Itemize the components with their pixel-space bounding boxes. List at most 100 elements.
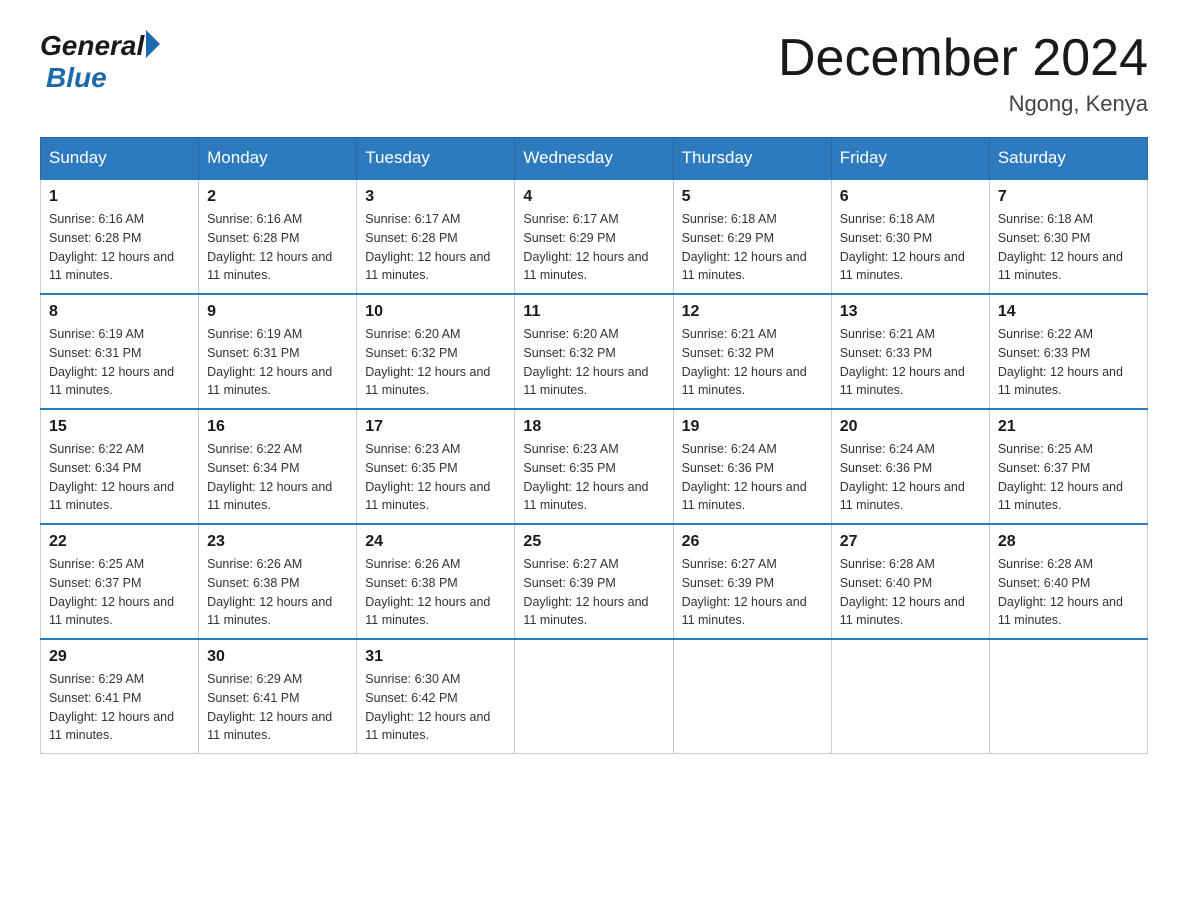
day-number: 23 xyxy=(207,533,348,551)
calendar-cell: 1 Sunrise: 6:16 AMSunset: 6:28 PMDayligh… xyxy=(41,179,199,294)
day-number: 18 xyxy=(523,418,664,436)
day-info: Sunrise: 6:28 AMSunset: 6:40 PMDaylight:… xyxy=(998,557,1123,627)
day-number: 4 xyxy=(523,188,664,206)
calendar-cell: 12 Sunrise: 6:21 AMSunset: 6:32 PMDaylig… xyxy=(673,294,831,409)
day-info: Sunrise: 6:20 AMSunset: 6:32 PMDaylight:… xyxy=(523,327,648,397)
day-number: 11 xyxy=(523,303,664,321)
day-number: 24 xyxy=(365,533,506,551)
calendar-cell: 29 Sunrise: 6:29 AMSunset: 6:41 PMDaylig… xyxy=(41,639,199,754)
calendar-cell: 10 Sunrise: 6:20 AMSunset: 6:32 PMDaylig… xyxy=(357,294,515,409)
day-number: 19 xyxy=(682,418,823,436)
calendar-header-monday: Monday xyxy=(199,138,357,180)
day-number: 26 xyxy=(682,533,823,551)
day-info: Sunrise: 6:16 AMSunset: 6:28 PMDaylight:… xyxy=(49,212,174,282)
calendar-header-saturday: Saturday xyxy=(989,138,1147,180)
calendar-week-row: 1 Sunrise: 6:16 AMSunset: 6:28 PMDayligh… xyxy=(41,179,1148,294)
calendar-header-sunday: Sunday xyxy=(41,138,199,180)
calendar-cell: 16 Sunrise: 6:22 AMSunset: 6:34 PMDaylig… xyxy=(199,409,357,524)
calendar-cell: 23 Sunrise: 6:26 AMSunset: 6:38 PMDaylig… xyxy=(199,524,357,639)
page-header: General Blue December 2024 Ngong, Kenya xyxy=(40,30,1148,117)
logo-general-text: General xyxy=(40,30,144,62)
day-number: 9 xyxy=(207,303,348,321)
calendar-cell: 21 Sunrise: 6:25 AMSunset: 6:37 PMDaylig… xyxy=(989,409,1147,524)
day-number: 29 xyxy=(49,648,190,666)
calendar-cell: 22 Sunrise: 6:25 AMSunset: 6:37 PMDaylig… xyxy=(41,524,199,639)
calendar-header-row: SundayMondayTuesdayWednesdayThursdayFrid… xyxy=(41,138,1148,180)
day-info: Sunrise: 6:28 AMSunset: 6:40 PMDaylight:… xyxy=(840,557,965,627)
calendar-header-friday: Friday xyxy=(831,138,989,180)
calendar-table: SundayMondayTuesdayWednesdayThursdayFrid… xyxy=(40,137,1148,754)
day-info: Sunrise: 6:19 AMSunset: 6:31 PMDaylight:… xyxy=(49,327,174,397)
calendar-cell xyxy=(515,639,673,754)
day-number: 10 xyxy=(365,303,506,321)
calendar-cell: 3 Sunrise: 6:17 AMSunset: 6:28 PMDayligh… xyxy=(357,179,515,294)
day-info: Sunrise: 6:27 AMSunset: 6:39 PMDaylight:… xyxy=(523,557,648,627)
calendar-cell: 30 Sunrise: 6:29 AMSunset: 6:41 PMDaylig… xyxy=(199,639,357,754)
calendar-week-row: 8 Sunrise: 6:19 AMSunset: 6:31 PMDayligh… xyxy=(41,294,1148,409)
day-info: Sunrise: 6:23 AMSunset: 6:35 PMDaylight:… xyxy=(365,442,490,512)
day-number: 15 xyxy=(49,418,190,436)
calendar-cell: 28 Sunrise: 6:28 AMSunset: 6:40 PMDaylig… xyxy=(989,524,1147,639)
day-number: 28 xyxy=(998,533,1139,551)
day-number: 5 xyxy=(682,188,823,206)
day-info: Sunrise: 6:22 AMSunset: 6:34 PMDaylight:… xyxy=(207,442,332,512)
calendar-cell: 13 Sunrise: 6:21 AMSunset: 6:33 PMDaylig… xyxy=(831,294,989,409)
day-info: Sunrise: 6:24 AMSunset: 6:36 PMDaylight:… xyxy=(682,442,807,512)
day-number: 16 xyxy=(207,418,348,436)
day-number: 30 xyxy=(207,648,348,666)
calendar-cell: 18 Sunrise: 6:23 AMSunset: 6:35 PMDaylig… xyxy=(515,409,673,524)
day-info: Sunrise: 6:25 AMSunset: 6:37 PMDaylight:… xyxy=(998,442,1123,512)
calendar-cell: 25 Sunrise: 6:27 AMSunset: 6:39 PMDaylig… xyxy=(515,524,673,639)
day-number: 17 xyxy=(365,418,506,436)
day-number: 12 xyxy=(682,303,823,321)
day-info: Sunrise: 6:21 AMSunset: 6:32 PMDaylight:… xyxy=(682,327,807,397)
logo: General Blue xyxy=(40,30,160,94)
calendar-cell: 5 Sunrise: 6:18 AMSunset: 6:29 PMDayligh… xyxy=(673,179,831,294)
calendar-cell: 8 Sunrise: 6:19 AMSunset: 6:31 PMDayligh… xyxy=(41,294,199,409)
day-number: 20 xyxy=(840,418,981,436)
day-info: Sunrise: 6:26 AMSunset: 6:38 PMDaylight:… xyxy=(207,557,332,627)
location-text: Ngong, Kenya xyxy=(778,91,1148,117)
day-number: 13 xyxy=(840,303,981,321)
calendar-header-thursday: Thursday xyxy=(673,138,831,180)
calendar-cell xyxy=(673,639,831,754)
calendar-cell: 14 Sunrise: 6:22 AMSunset: 6:33 PMDaylig… xyxy=(989,294,1147,409)
calendar-week-row: 15 Sunrise: 6:22 AMSunset: 6:34 PMDaylig… xyxy=(41,409,1148,524)
calendar-cell: 2 Sunrise: 6:16 AMSunset: 6:28 PMDayligh… xyxy=(199,179,357,294)
day-number: 22 xyxy=(49,533,190,551)
calendar-cell: 17 Sunrise: 6:23 AMSunset: 6:35 PMDaylig… xyxy=(357,409,515,524)
day-number: 31 xyxy=(365,648,506,666)
calendar-header-tuesday: Tuesday xyxy=(357,138,515,180)
calendar-cell: 4 Sunrise: 6:17 AMSunset: 6:29 PMDayligh… xyxy=(515,179,673,294)
calendar-cell: 7 Sunrise: 6:18 AMSunset: 6:30 PMDayligh… xyxy=(989,179,1147,294)
logo-blue-text: Blue xyxy=(46,62,107,94)
day-number: 1 xyxy=(49,188,190,206)
title-section: December 2024 Ngong, Kenya xyxy=(778,30,1148,117)
day-number: 2 xyxy=(207,188,348,206)
day-info: Sunrise: 6:21 AMSunset: 6:33 PMDaylight:… xyxy=(840,327,965,397)
logo-arrow-icon xyxy=(146,30,160,58)
day-number: 3 xyxy=(365,188,506,206)
day-info: Sunrise: 6:17 AMSunset: 6:28 PMDaylight:… xyxy=(365,212,490,282)
day-info: Sunrise: 6:17 AMSunset: 6:29 PMDaylight:… xyxy=(523,212,648,282)
day-info: Sunrise: 6:18 AMSunset: 6:29 PMDaylight:… xyxy=(682,212,807,282)
calendar-cell: 24 Sunrise: 6:26 AMSunset: 6:38 PMDaylig… xyxy=(357,524,515,639)
calendar-cell: 20 Sunrise: 6:24 AMSunset: 6:36 PMDaylig… xyxy=(831,409,989,524)
calendar-cell: 31 Sunrise: 6:30 AMSunset: 6:42 PMDaylig… xyxy=(357,639,515,754)
day-number: 25 xyxy=(523,533,664,551)
day-info: Sunrise: 6:27 AMSunset: 6:39 PMDaylight:… xyxy=(682,557,807,627)
day-number: 8 xyxy=(49,303,190,321)
calendar-cell: 9 Sunrise: 6:19 AMSunset: 6:31 PMDayligh… xyxy=(199,294,357,409)
day-info: Sunrise: 6:29 AMSunset: 6:41 PMDaylight:… xyxy=(49,672,174,742)
calendar-cell: 27 Sunrise: 6:28 AMSunset: 6:40 PMDaylig… xyxy=(831,524,989,639)
calendar-cell: 26 Sunrise: 6:27 AMSunset: 6:39 PMDaylig… xyxy=(673,524,831,639)
day-info: Sunrise: 6:20 AMSunset: 6:32 PMDaylight:… xyxy=(365,327,490,397)
day-info: Sunrise: 6:26 AMSunset: 6:38 PMDaylight:… xyxy=(365,557,490,627)
day-info: Sunrise: 6:25 AMSunset: 6:37 PMDaylight:… xyxy=(49,557,174,627)
calendar-week-row: 29 Sunrise: 6:29 AMSunset: 6:41 PMDaylig… xyxy=(41,639,1148,754)
day-info: Sunrise: 6:18 AMSunset: 6:30 PMDaylight:… xyxy=(840,212,965,282)
day-info: Sunrise: 6:18 AMSunset: 6:30 PMDaylight:… xyxy=(998,212,1123,282)
day-info: Sunrise: 6:30 AMSunset: 6:42 PMDaylight:… xyxy=(365,672,490,742)
day-number: 7 xyxy=(998,188,1139,206)
day-number: 21 xyxy=(998,418,1139,436)
